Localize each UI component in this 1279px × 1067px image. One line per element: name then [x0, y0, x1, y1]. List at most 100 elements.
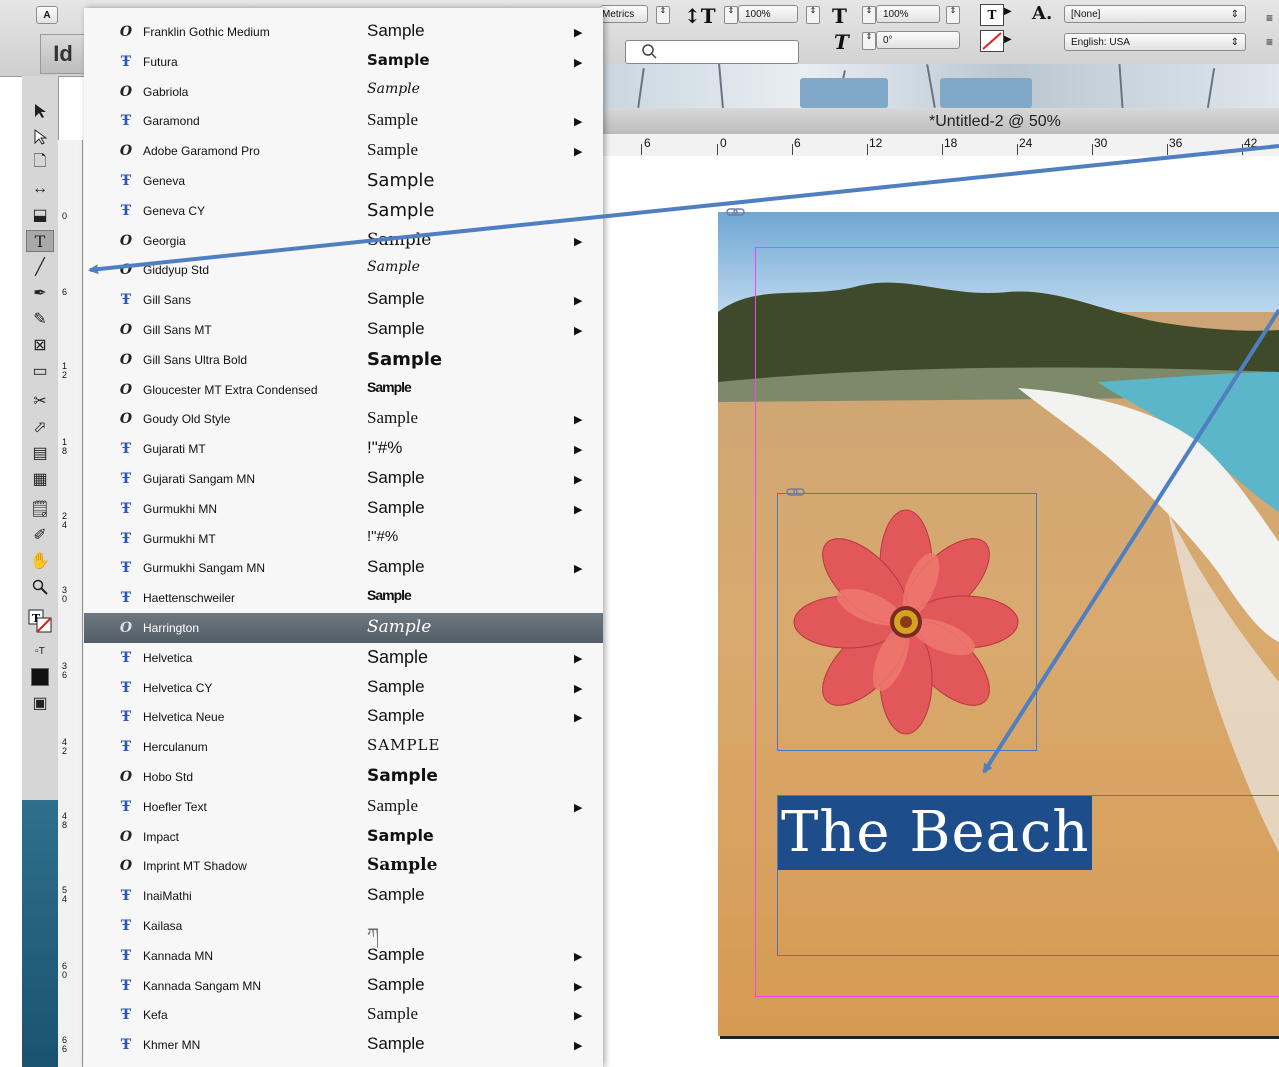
free-transform-tool[interactable]: ⬀: [26, 416, 54, 438]
hand-tool[interactable]: ✋: [26, 550, 54, 572]
font-menu-item[interactable]: Ŧ Haettenschweiler Sample: [84, 583, 603, 613]
font-menu-item[interactable]: Ŧ Gujarati Sangam MN Sample ▶: [84, 464, 603, 494]
selected-headline-text[interactable]: The Beach: [778, 796, 1093, 870]
screen-mode-button[interactable]: ▣: [26, 692, 54, 714]
submenu-arrow-icon: ▶: [574, 146, 583, 159]
font-sample: Sample: [367, 348, 443, 370]
font-menu-item[interactable]: Ŧ Geneva Sample: [84, 166, 603, 196]
rectangle-tool[interactable]: ▭: [26, 360, 54, 382]
language-dropdown[interactable]: English: USA ⇕: [1064, 33, 1246, 51]
stroke-none-swatch[interactable]: [980, 30, 1004, 52]
line-tool[interactable]: ╱: [26, 256, 54, 278]
font-menu-item[interactable]: O Adobe Garamond Pro Sample ▶: [84, 136, 603, 166]
gap-tool[interactable]: ↔: [26, 178, 54, 200]
font-menu-item[interactable]: Ŧ Helvetica Sample ▶: [84, 643, 603, 673]
scissors-tool[interactable]: ✂: [26, 390, 54, 412]
fill-dropdown-arrow[interactable]: ▶: [1004, 6, 1012, 17]
vertical-scale-stepper[interactable]: ⇕: [724, 6, 738, 24]
panel-menu-icon[interactable]: ≡ ≡: [1266, 6, 1276, 56]
eyedropper-tool[interactable]: ✐: [26, 524, 54, 546]
font-menu-item[interactable]: Ŧ Gurmukhi MN Sample ▶: [84, 494, 603, 524]
horizontal-scale-field[interactable]: 100%: [876, 5, 940, 23]
fill-text-swatch[interactable]: T: [980, 4, 1004, 26]
font-name: Hobo Std: [143, 770, 194, 784]
font-name: Hoefler Text: [143, 799, 207, 814]
formatting-toggle[interactable]: ▫T: [26, 640, 54, 662]
submenu-arrow-icon: ▶: [574, 563, 583, 576]
skew-stepper[interactable]: ⇕: [862, 32, 876, 50]
ruler-label: 30: [62, 585, 68, 604]
opentype-font-icon: O: [119, 83, 133, 100]
font-menu-item[interactable]: O Giddyup Std Sample: [84, 255, 603, 285]
font-menu-item[interactable]: Ŧ Helvetica CY Sample ▶: [84, 673, 603, 703]
submenu-arrow-icon: ▶: [574, 414, 583, 427]
search-field[interactable]: [625, 40, 799, 64]
fill-stroke-swatch[interactable]: T: [26, 609, 54, 633]
skew-field[interactable]: 0°: [876, 31, 960, 49]
flower-image-frame[interactable]: [777, 493, 1037, 751]
stroke-dropdown-arrow[interactable]: ▶: [1004, 34, 1012, 45]
font-menu-item[interactable]: Ŧ Gurmukhi MT !"#%: [84, 524, 603, 554]
font-sample: Sample: [367, 706, 425, 726]
font-menu-item[interactable]: O Franklin Gothic Medium Sample ▶: [84, 17, 603, 47]
truetype-font-icon: Ŧ: [120, 918, 132, 934]
rectangle-frame-tool[interactable]: ⊠: [26, 334, 54, 356]
ruler-label: 66: [62, 1035, 68, 1054]
truetype-font-icon: Ŧ: [120, 947, 132, 964]
font-menu-item[interactable]: Ŧ Gurmukhi Sangam MN Sample ▶: [84, 553, 603, 583]
font-menu-item[interactable]: O Georgia Sample ▶: [84, 226, 603, 256]
gradient-feather-tool[interactable]: ▦: [26, 468, 54, 490]
vertical-scale-field[interactable]: 100%: [738, 5, 798, 23]
flower-image[interactable]: [778, 494, 1036, 750]
font-menu-item[interactable]: Ŧ InaiMathi Sample: [84, 881, 603, 911]
font-menu-item[interactable]: Ŧ Hoefler Text Sample ▶: [84, 792, 603, 822]
font-menu-item[interactable]: Ŧ Gujarati MT !"#% ▶: [84, 434, 603, 464]
font-menu-item[interactable]: Ŧ Gill Sans Sample ▶: [84, 285, 603, 315]
vertical-scale-value: 100%: [745, 9, 771, 20]
page-tool[interactable]: 🗋: [26, 152, 54, 174]
font-menu-item[interactable]: Ŧ Futura Sample ▶: [84, 47, 603, 77]
hollow-arrow-icon: [34, 129, 47, 145]
font-name: Kannada Sangam MN: [143, 978, 262, 993]
font-menu-item[interactable]: O Impact Sample: [84, 822, 603, 852]
note-tool[interactable]: 🗒: [26, 498, 54, 520]
font-menu-item[interactable]: Ŧ Herculanum SAMPLE: [84, 732, 603, 762]
font-menu-item[interactable]: O Gill Sans Ultra Bold Sample: [84, 345, 603, 375]
font-menu-item[interactable]: O Hobo Std Sample: [84, 762, 603, 792]
gradient-swatch-tool[interactable]: ▤: [26, 442, 54, 464]
apply-color-button[interactable]: [26, 666, 54, 688]
type-tool-mode-button[interactable]: A: [36, 6, 58, 24]
font-menu-item[interactable]: O Gabriola Sample: [84, 77, 603, 107]
font-sample: Sample: [367, 378, 412, 395]
font-menu[interactable]: O Franklin Gothic Medium Sample ▶ Ŧ Futura Sam…: [84, 8, 603, 1067]
font-menu-item[interactable]: Ŧ Kefa Sample ▶: [84, 1000, 603, 1030]
type-tool[interactable]: T: [26, 230, 54, 252]
desktop-background: [22, 800, 58, 1067]
vertical-scale-menu[interactable]: ⇕: [806, 6, 820, 24]
font-menu-item[interactable]: Ŧ Kailasa ཀ: [84, 911, 603, 945]
font-menu-item[interactable]: Ŧ Garamond Sample ▶: [84, 106, 603, 136]
selection-tool[interactable]: [26, 100, 54, 122]
font-menu-item[interactable]: Ŧ Helvetica Neue Sample ▶: [84, 702, 603, 732]
font-sample: Sample: [367, 825, 434, 845]
font-menu-item[interactable]: Ŧ Khmer MN Sample ▶: [84, 1030, 603, 1060]
kerning-field[interactable]: Metrics: [600, 5, 648, 23]
pencil-tool[interactable]: ✎: [26, 308, 54, 330]
font-menu-item[interactable]: O Harrington Sample: [84, 613, 603, 643]
content-collector-tool[interactable]: ⬓: [26, 204, 54, 226]
font-menu-item[interactable]: O Gloucester MT Extra Condensed Sample: [84, 375, 603, 405]
pen-tool[interactable]: ✒: [26, 282, 54, 304]
kerning-stepper[interactable]: ⇕: [656, 6, 670, 24]
font-menu-item[interactable]: O Goudy Old Style Sample ▶: [84, 404, 603, 434]
link-icon: [726, 208, 745, 216]
horizontal-scale-menu[interactable]: ⇕: [946, 6, 960, 24]
font-menu-item[interactable]: O Gill Sans MT Sample ▶: [84, 315, 603, 345]
font-menu-item[interactable]: Ŧ Kannada MN Sample ▶: [84, 941, 603, 971]
character-style-dropdown[interactable]: [None] ⇕: [1064, 5, 1246, 23]
font-menu-item[interactable]: O Imprint MT Shadow Sample: [84, 851, 603, 881]
horizontal-scale-stepper[interactable]: ⇕: [862, 6, 876, 24]
zoom-tool[interactable]: [26, 576, 54, 598]
font-menu-item[interactable]: Ŧ Geneva CY Sample: [84, 196, 603, 226]
direct-selection-tool[interactable]: [26, 126, 54, 148]
font-menu-item[interactable]: Ŧ Kannada Sangam MN Sample ▶: [84, 971, 603, 1001]
